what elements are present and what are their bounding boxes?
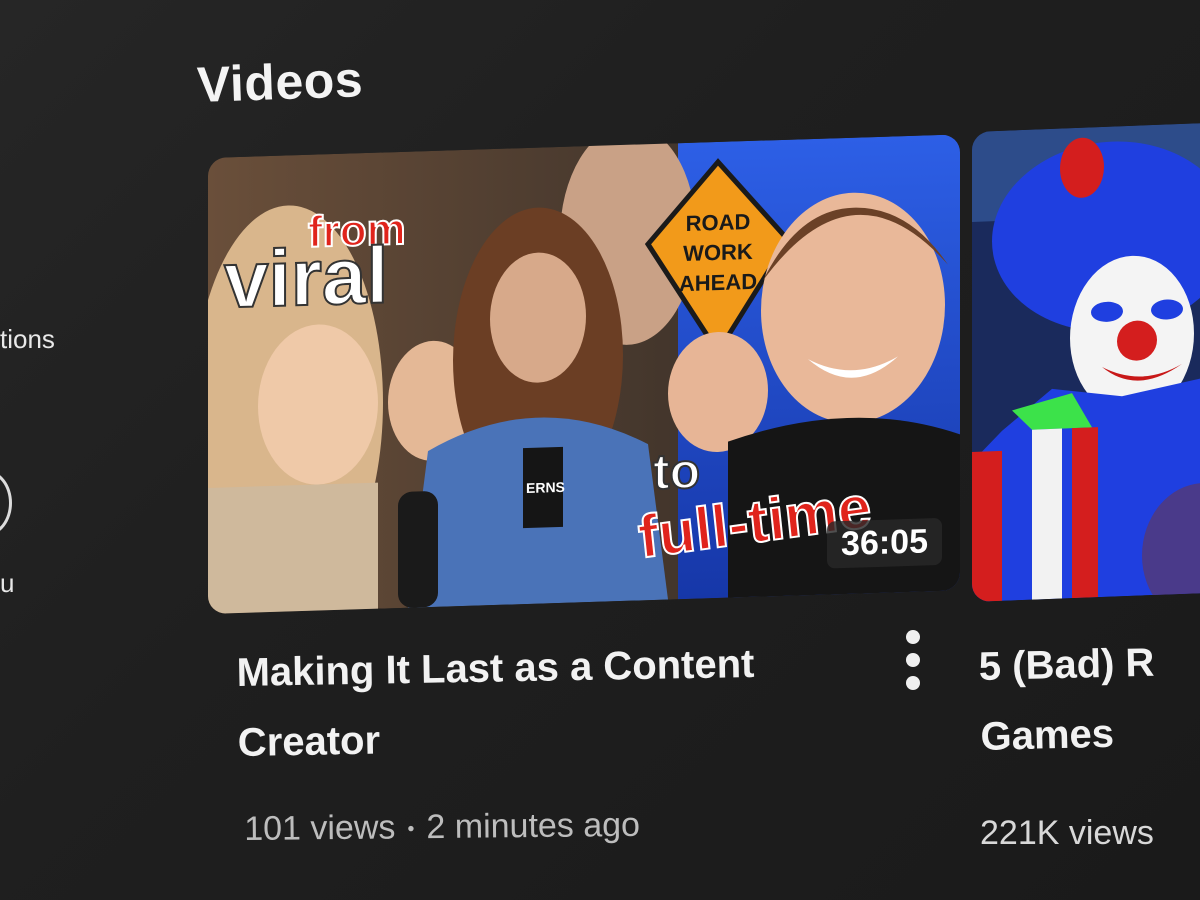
road-sign-line: AHEAD [679, 269, 757, 296]
thumbnail-text-viral: viral [224, 230, 389, 324]
road-sign-line: ROAD [686, 209, 751, 236]
section-title: Videos [196, 51, 364, 113]
meta-separator: • [407, 817, 415, 840]
video-title-line: Games [980, 711, 1115, 759]
upload-age: 2 minutes ago [426, 805, 641, 847]
video-title[interactable]: 5 (Bad) R Games [978, 625, 1200, 772]
sidebar-item-label[interactable]: tions [0, 324, 55, 355]
sidebar: tions u [0, 0, 150, 900]
road-sign-line: WORK [683, 239, 753, 266]
video-title[interactable]: Making It Last as a Content Creator [236, 627, 858, 778]
view-count: 221K views [980, 814, 1154, 852]
thumbnail-artwork [972, 122, 1200, 602]
view-count: 101 views [244, 808, 396, 848]
thumbnail-text-to: to [653, 443, 700, 500]
sidebar-circle-icon[interactable] [0, 470, 12, 536]
youtube-channel-page: tions u Videos ERNS ROAD WORK AHEAD from… [0, 0, 1200, 900]
video-thumbnail[interactable]: ERNS ROAD WORK AHEAD from viral to full-… [208, 134, 960, 615]
video-metadata: 101 views • 2 minutes ago [244, 806, 640, 849]
video-metadata: 221K views [980, 814, 1154, 853]
video-thumbnail[interactable] [972, 122, 1200, 602]
video-title-line: 5 (Bad) R [978, 640, 1155, 689]
sidebar-item-label[interactable]: u [0, 568, 14, 599]
duration-badge: 36:05 [827, 517, 942, 569]
more-vert-icon[interactable] [900, 628, 928, 694]
thumbnail-shirt-text: ERNS [526, 479, 565, 496]
